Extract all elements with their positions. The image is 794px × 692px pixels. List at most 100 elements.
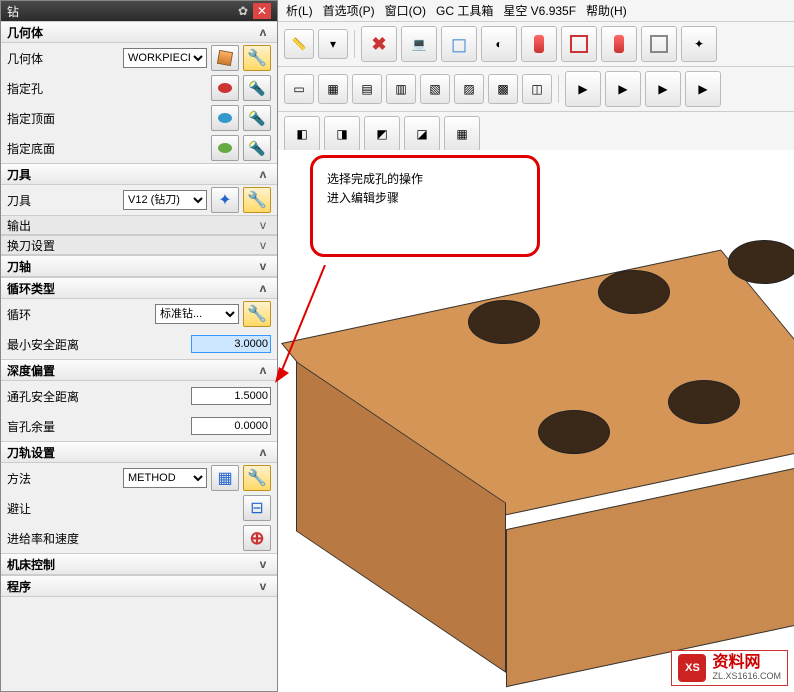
tb2-d-icon[interactable]: ▥ (386, 74, 416, 104)
toolchange-label: 换刀设置 (7, 237, 55, 254)
sphere-icon[interactable]: ◐ (481, 26, 517, 62)
feed-label: 进给率和速度 (7, 530, 239, 547)
tb2-f-icon[interactable]: ▨ (454, 74, 484, 104)
section-tool-header[interactable]: 刀具 ʌ (1, 163, 277, 185)
chevron-down-icon: v (255, 579, 271, 593)
tool-edit-button[interactable]: 🔧 (243, 187, 271, 213)
toolbar-1: 📏 ▾ ✖ 💻 ◻ ◐ ✦ (278, 22, 794, 67)
row-through-safe: 通孔安全距离 (1, 381, 277, 411)
laptop-icon[interactable]: 💻 (401, 26, 437, 62)
tb3-c-icon[interactable]: ◩ (364, 116, 400, 152)
row-cycle: 循环 标准钻... 🔧 (1, 299, 277, 329)
menu-gc-toolbox[interactable]: GC 工具箱 (436, 2, 493, 19)
avoid-label: 避让 (7, 500, 239, 517)
row-output[interactable]: 输出 v (1, 215, 277, 235)
chevron-down-icon: v (255, 238, 271, 252)
specify-topface-flash-button[interactable]: 🔦 (243, 105, 271, 131)
hole-icon (728, 240, 794, 284)
method-icon[interactable]: ▦ (211, 465, 239, 491)
section-machine-label: 机床控制 (7, 556, 55, 573)
tb2-e-icon[interactable]: ▧ (420, 74, 450, 104)
chevron-up-icon: ʌ (255, 281, 271, 295)
specify-hole-flash-button[interactable]: 🔦 (243, 75, 271, 101)
safe-distance-input[interactable] (191, 335, 271, 353)
flag3-icon[interactable]: ▶ (645, 71, 681, 107)
section-tool-label: 刀具 (7, 166, 31, 183)
specify-botface-icon[interactable] (211, 135, 239, 161)
tb3-a-icon[interactable]: ◧ (284, 116, 320, 152)
section-cycle-header[interactable]: 循环类型 ʌ (1, 277, 277, 299)
section-depth-label: 深度偏置 (7, 362, 55, 379)
specify-hole-icon[interactable] (211, 75, 239, 101)
tb3-e-icon[interactable]: ▦ (444, 116, 480, 152)
specify-botface-flash-button[interactable]: 🔦 (243, 135, 271, 161)
menu-analyze[interactable]: 析(L) (286, 2, 313, 19)
cycle-select[interactable]: 标准钻... (155, 304, 239, 324)
method-label: 方法 (7, 470, 119, 487)
section-cycle-label: 循环类型 (7, 280, 55, 297)
tb3-d-icon[interactable]: ◪ (404, 116, 440, 152)
row-specify-hole: 指定孔 🔦 (1, 73, 277, 103)
box-red-icon[interactable] (561, 26, 597, 62)
avoid-button[interactable]: ⊟ (243, 495, 271, 521)
blind-stock-input[interactable] (191, 417, 271, 435)
fit-view-icon[interactable]: ✖ (361, 26, 397, 62)
tool-new-button[interactable]: ✦ (211, 187, 239, 213)
tb2-g-icon[interactable]: ▩ (488, 74, 518, 104)
box-grey-icon[interactable] (641, 26, 677, 62)
feed-button[interactable]: ⊕ (243, 525, 271, 551)
geometry-body-icon[interactable] (211, 45, 239, 71)
toolbar-2: ▭ ▦ ▤ ▥ ▧ ▨ ▩ ◫ ▶ ▶ ▶ ▶ (278, 67, 794, 112)
through-safe-input[interactable] (191, 387, 271, 405)
watermark-url: ZL.XS1616.COM (712, 672, 781, 682)
row-tool: 刀具 V12 (钻刀) ✦ 🔧 (1, 185, 277, 215)
csys-icon[interactable]: ✦ (681, 26, 717, 62)
hole-icon (668, 380, 740, 424)
cube-icon[interactable]: ◻ (441, 26, 477, 62)
geometry-body-label: 几何体 (7, 50, 119, 67)
tb2-h-icon[interactable]: ◫ (522, 74, 552, 104)
geometry-body-select[interactable]: WORKPIECE (123, 48, 207, 68)
tool-select[interactable]: V12 (钻刀) (123, 190, 207, 210)
row-feed: 进给率和速度 ⊕ (1, 523, 277, 553)
menu-star[interactable]: 星空 V6.935F (503, 2, 576, 19)
row-geometry-body: 几何体 WORKPIECE 🔧 (1, 43, 277, 73)
ruler-icon[interactable]: 📏 (284, 29, 314, 59)
method-edit-button[interactable]: 🔧 (243, 465, 271, 491)
row-toolchange[interactable]: 换刀设置 v (1, 235, 277, 255)
section-depth-header[interactable]: 深度偏置 ʌ (1, 359, 277, 381)
section-axis-header[interactable]: 刀轴 v (1, 255, 277, 277)
section-geometry-header[interactable]: 几何体 ʌ (1, 21, 277, 43)
hole-icon (538, 410, 610, 454)
specify-hole-label: 指定孔 (7, 80, 207, 97)
geometry-body-edit-button[interactable]: 🔧 (243, 45, 271, 71)
tb3-b-icon[interactable]: ◨ (324, 116, 360, 152)
tb2-c-icon[interactable]: ▤ (352, 74, 382, 104)
method-select[interactable]: METHOD (123, 468, 207, 488)
tb2-a-icon[interactable]: ▭ (284, 74, 314, 104)
section-geometry-label: 几何体 (7, 24, 43, 41)
menu-preferences[interactable]: 首选项(P) (323, 2, 375, 19)
menu-help[interactable]: 帮助(H) (586, 2, 627, 19)
cylinder-red-icon[interactable] (521, 26, 557, 62)
flag4-icon[interactable]: ▶ (685, 71, 721, 107)
dropdown-icon[interactable]: ▾ (318, 29, 348, 59)
chevron-up-icon: ʌ (255, 167, 271, 181)
chevron-up-icon: ʌ (255, 445, 271, 459)
close-icon[interactable]: ✕ (253, 3, 271, 19)
watermark-name: 资料网 (712, 654, 781, 672)
cycle-edit-button[interactable]: 🔧 (243, 301, 271, 327)
cycle-label: 循环 (7, 306, 151, 323)
safe-distance-label: 最小安全距离 (7, 336, 187, 353)
flag2-icon[interactable]: ▶ (605, 71, 641, 107)
cylinder-red2-icon[interactable] (601, 26, 637, 62)
section-machine-header[interactable]: 机床控制 v (1, 553, 277, 575)
section-path-header[interactable]: 刀轨设置 ʌ (1, 441, 277, 463)
chevron-up-icon: ʌ (255, 363, 271, 377)
gear-icon[interactable]: ✿ (235, 3, 251, 19)
tb2-b-icon[interactable]: ▦ (318, 74, 348, 104)
section-program-header[interactable]: 程序 v (1, 575, 277, 597)
menu-window[interactable]: 窗口(O) (385, 2, 426, 19)
specify-topface-icon[interactable] (211, 105, 239, 131)
flag1-icon[interactable]: ▶ (565, 71, 601, 107)
